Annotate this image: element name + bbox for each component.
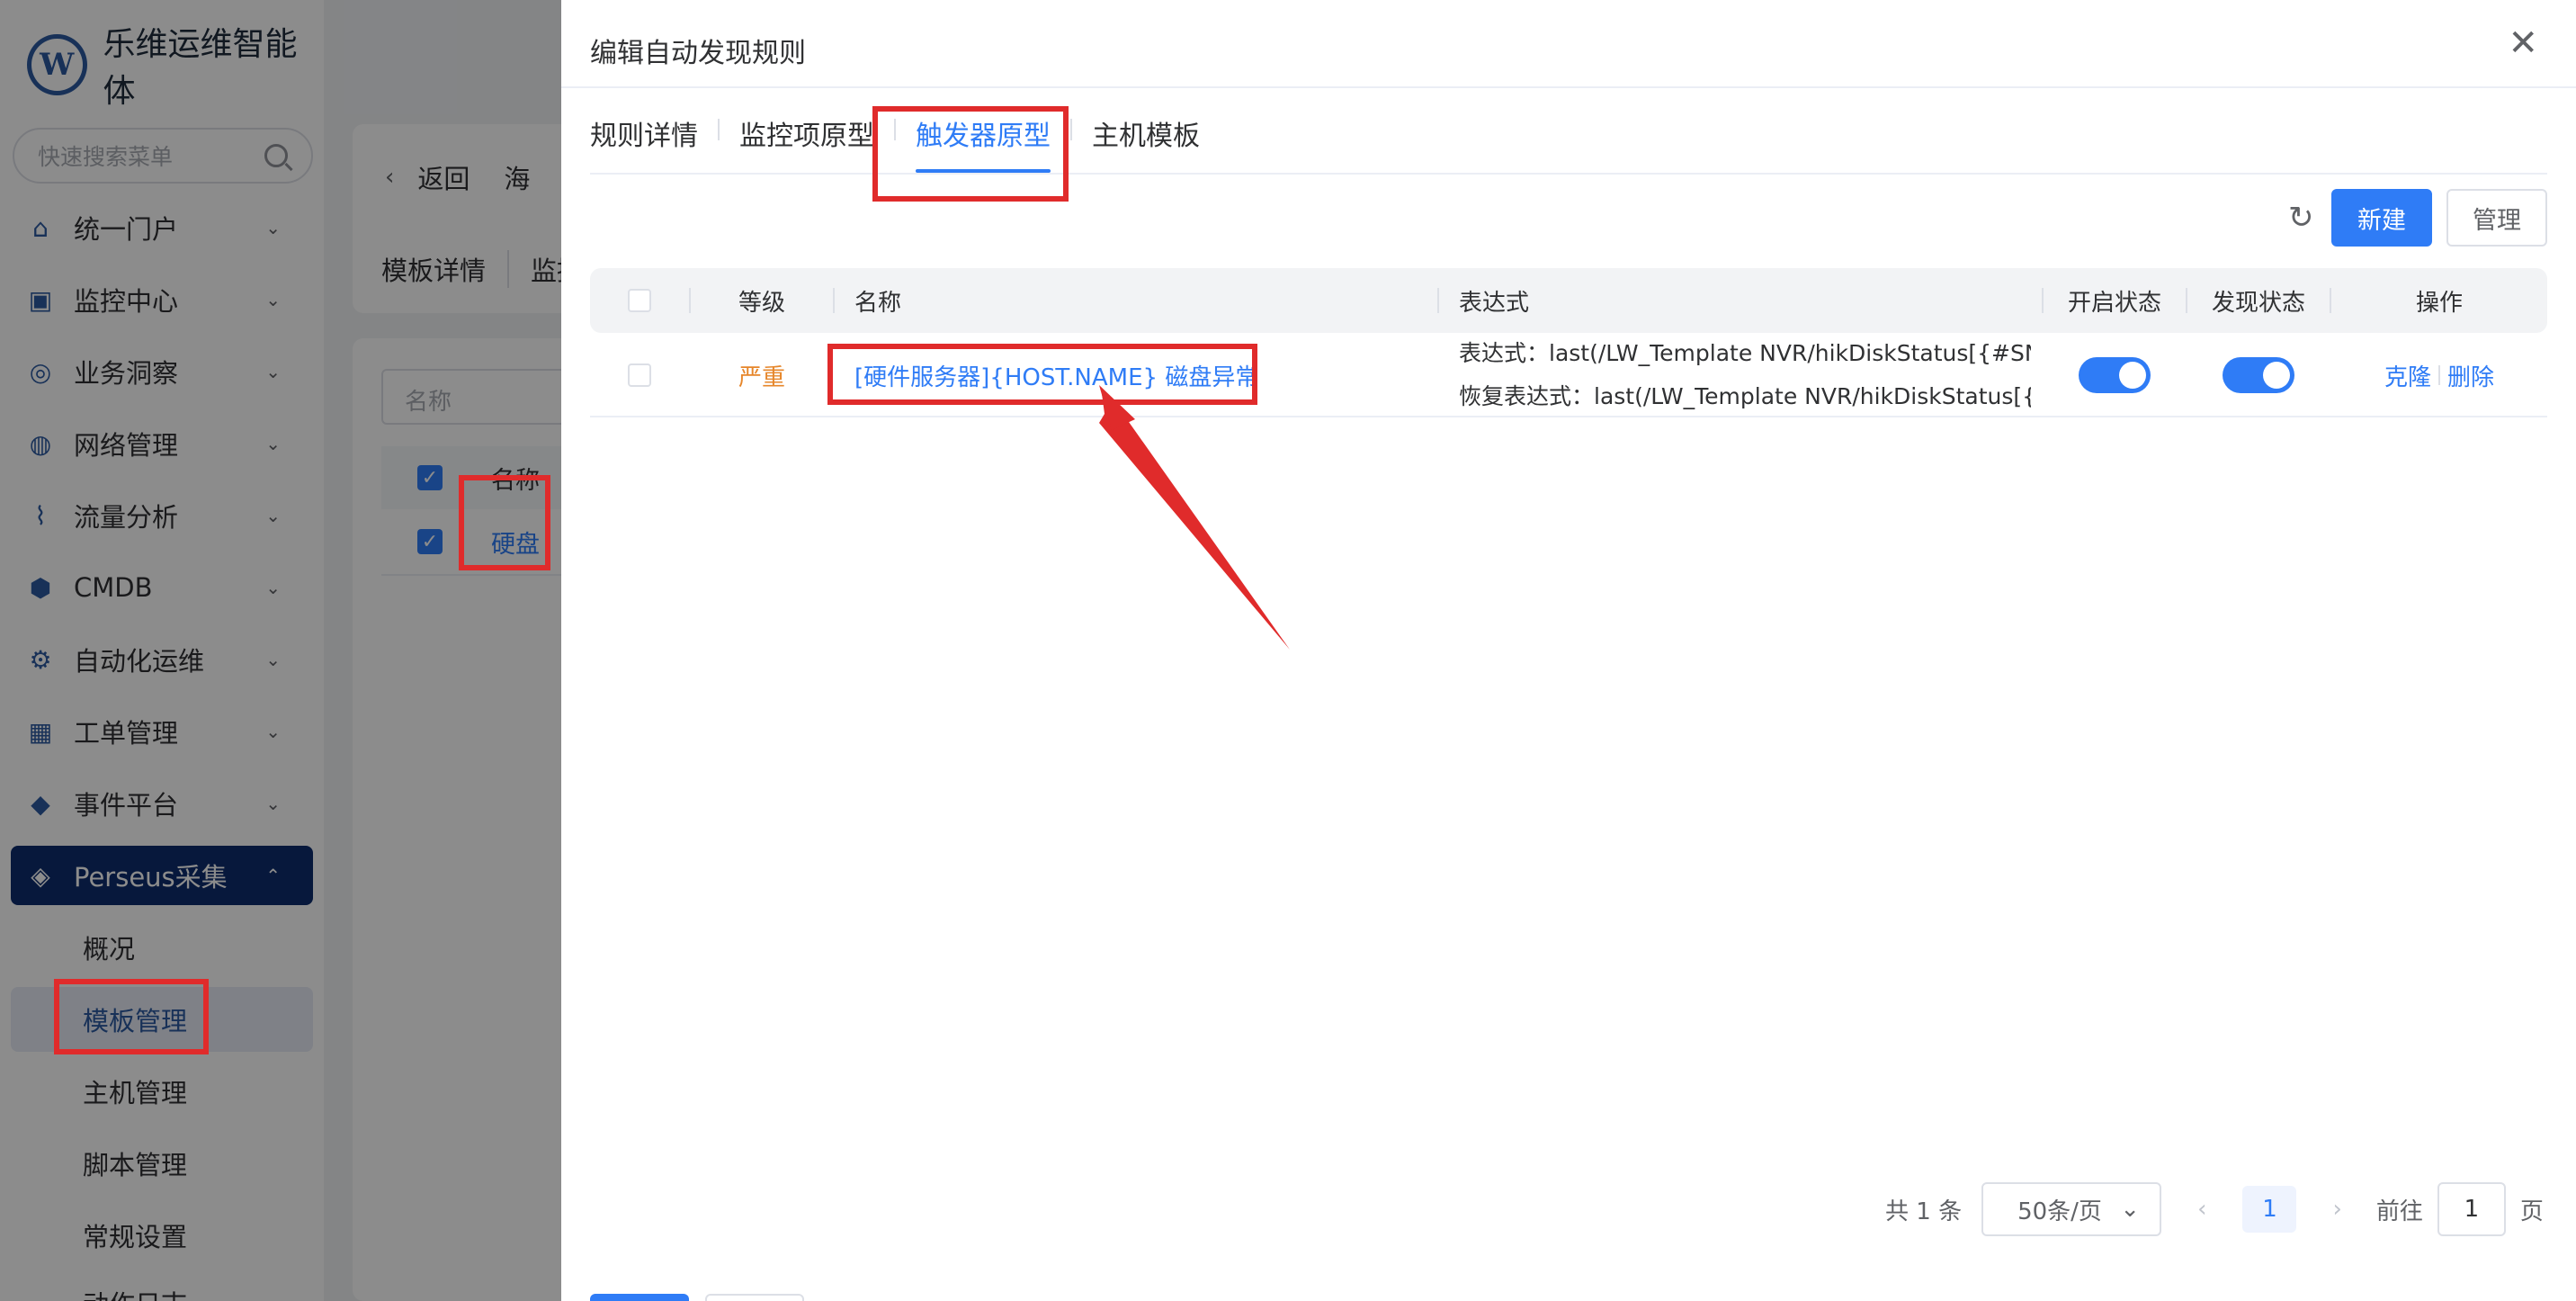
confirm-button[interactable]	[590, 1294, 689, 1301]
page-size-select[interactable]: 50条/页 ⌄	[1981, 1182, 2162, 1236]
enabled-cell	[2044, 333, 2186, 417]
row-checkbox-cell	[628, 333, 651, 417]
pagination-total: 共 1 条	[1885, 1198, 1963, 1225]
annotation-highlight-background-row	[459, 475, 550, 570]
column-separator	[1437, 288, 1439, 313]
prev-page-icon[interactable]: ‹	[2197, 1196, 2206, 1223]
tab-item-prototypes[interactable]: 监控项原型	[739, 113, 874, 173]
discover-toggle[interactable]	[2223, 357, 2294, 393]
column-level: 等级	[738, 289, 785, 317]
delete-link[interactable]: 删除	[2447, 359, 2494, 392]
edit-discovery-rule-drawer: 编辑自动发现规则 ✕ 规则详情 监控项原型 触发器原型 主机模板 ↻ 新建 管理…	[561, 0, 2576, 1301]
tab-separator	[718, 119, 720, 140]
tab-rule-details[interactable]: 规则详情	[590, 113, 698, 173]
column-separator	[833, 288, 835, 313]
page-suffix: 页	[2519, 1198, 2544, 1225]
tab-separator	[1070, 119, 1072, 140]
cancel-button[interactable]	[705, 1294, 804, 1301]
refresh-icon[interactable]: ↻	[2288, 200, 2314, 236]
level-cell: 严重	[691, 333, 833, 417]
column-expression: 表达式	[1459, 289, 1530, 317]
expression-cell: 表达式：last(/LW_Template NVR/hikDiskStatus[…	[1459, 333, 2031, 417]
drawer-title: 编辑自动发现规则	[590, 38, 806, 69]
drawer-divider	[561, 86, 2576, 88]
page-size-value: 50条/页	[2017, 1198, 2102, 1225]
operations-cell: 克隆 删除	[2331, 333, 2547, 417]
column-discover: 发现状态	[2211, 289, 2305, 317]
close-icon[interactable]: ✕	[2508, 25, 2538, 61]
expression-text: 表达式：last(/LW_Template NVR/hikDiskStatus[…	[1459, 340, 2031, 366]
column-name: 名称	[854, 289, 902, 317]
manage-button[interactable]: 管理	[2446, 189, 2547, 247]
enabled-toggle[interactable]	[2079, 357, 2151, 393]
annotation-highlight-template-menu	[54, 979, 209, 1054]
table-header: 等级 名称 表达式 开启状态 发现状态 操作	[590, 268, 2547, 333]
row-checkbox[interactable]	[628, 363, 651, 387]
chevron-down-icon: ⌄	[2120, 1196, 2141, 1223]
annotation-highlight-trigger-tab	[872, 106, 1069, 202]
clone-link[interactable]: 克隆	[2384, 359, 2431, 392]
discover-cell	[2187, 333, 2330, 417]
severity-badge: 严重	[738, 363, 785, 391]
header-checkbox-cell	[628, 268, 651, 333]
goto-page-input[interactable]: 1	[2437, 1182, 2506, 1236]
tab-host-templates[interactable]: 主机模板	[1092, 113, 1200, 173]
page-number-current[interactable]: 1	[2242, 1186, 2297, 1233]
select-all-checkbox[interactable]	[628, 289, 651, 312]
column-enabled: 开启状态	[2067, 289, 2161, 317]
recovery-expression-text: 恢复表达式：last(/LW_Template NVR/hikDiskStatu…	[1459, 383, 2031, 409]
new-button[interactable]: 新建	[2331, 189, 2432, 247]
goto-label: 前往	[2375, 1198, 2423, 1225]
column-operations: 操作	[2415, 289, 2463, 317]
pagination: 共 1 条 50条/页 ⌄ ‹ 1 › 前往 1 页	[1885, 1182, 2544, 1236]
next-page-icon[interactable]: ›	[2332, 1196, 2341, 1223]
operation-separator	[2438, 365, 2440, 385]
annotation-highlight-trigger-name	[827, 344, 1257, 405]
